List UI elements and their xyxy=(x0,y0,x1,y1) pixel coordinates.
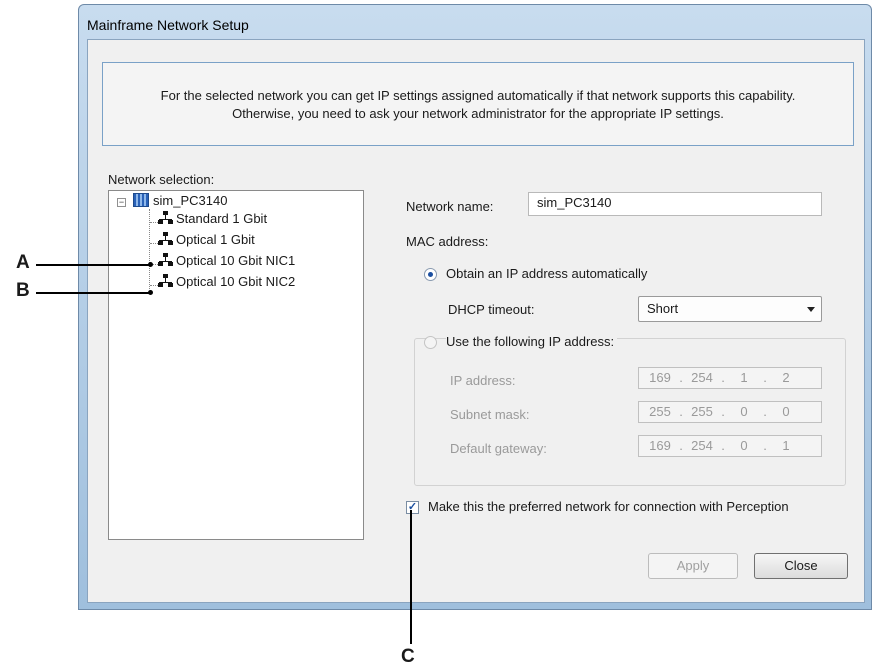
subnet-dot: . xyxy=(763,404,767,419)
subnet-dot: . xyxy=(679,404,683,419)
title-bar[interactable]: Mainframe Network Setup xyxy=(79,5,871,39)
gateway-octet: 169 xyxy=(649,438,671,453)
callout-a-dot xyxy=(148,262,153,267)
tree-root-label: sim_PC3140 xyxy=(153,193,228,208)
network-icon xyxy=(158,211,173,225)
callout-b-line xyxy=(36,292,150,294)
ip-address-label: IP address: xyxy=(450,373,516,388)
default-gateway-field[interactable]: 169. 254. 0. 1 xyxy=(638,435,822,457)
dialog-window: Mainframe Network Setup For the selected… xyxy=(78,4,872,610)
callout-b-dot xyxy=(148,290,153,295)
close-button[interactable]: Close xyxy=(754,553,848,579)
ip-address-field[interactable]: 169. 254. 1. 2 xyxy=(638,367,822,389)
subnet-mask-label: Subnet mask: xyxy=(450,407,530,422)
info-text-line2: Otherwise, you need to ask your network … xyxy=(232,106,724,121)
default-gateway-label: Default gateway: xyxy=(450,441,547,456)
tree-item-label: Optical 10 Gbit NIC2 xyxy=(176,274,296,289)
subnet-dot: . xyxy=(721,404,725,419)
gateway-dot: . xyxy=(763,438,767,453)
network-icon xyxy=(158,274,173,288)
ip-octet: 1 xyxy=(740,370,748,385)
use-following-radio[interactable] xyxy=(424,336,437,349)
ip-octet: 2 xyxy=(782,370,790,385)
obtain-auto-label: Obtain an IP address automatically xyxy=(446,266,648,281)
gateway-dot: . xyxy=(721,438,725,453)
obtain-auto-radio[interactable] xyxy=(424,268,437,281)
network-name-input[interactable]: sim_PC3140 xyxy=(528,192,822,216)
ip-dot: . xyxy=(679,370,683,385)
subnet-octet: 255 xyxy=(691,404,713,419)
info-text-line1: For the selected network you can get IP … xyxy=(160,88,796,103)
network-icon xyxy=(158,253,173,267)
tree-item-label: Optical 10 Gbit NIC1 xyxy=(176,253,296,268)
apply-button[interactable]: Apply xyxy=(648,553,738,579)
dialog-client-area: For the selected network you can get IP … xyxy=(87,39,865,603)
callout-a-label: A xyxy=(16,252,30,273)
gateway-octet: 1 xyxy=(782,438,790,453)
network-tree[interactable]: − sim_PC3140 Standard 1 Gbit Optical 1 G… xyxy=(108,190,364,540)
gateway-octet: 254 xyxy=(691,438,713,453)
network-icon xyxy=(158,232,173,246)
network-selection-label: Network selection: xyxy=(108,172,215,187)
network-name-label: Network name: xyxy=(406,199,494,214)
use-following-label: Use the following IP address: xyxy=(446,334,618,349)
subnet-octet: 0 xyxy=(740,404,748,419)
dhcp-timeout-select[interactable]: Short xyxy=(638,296,822,322)
dhcp-timeout-label: DHCP timeout: xyxy=(448,302,535,317)
subnet-octet: 255 xyxy=(649,404,671,419)
preferred-network-checkbox[interactable]: ✓ xyxy=(406,501,419,514)
subnet-octet: 0 xyxy=(782,404,790,419)
info-box: For the selected network you can get IP … xyxy=(102,62,854,146)
subnet-mask-field[interactable]: 255. 255. 0. 0 xyxy=(638,401,822,423)
mac-address-label: MAC address: xyxy=(406,234,489,249)
ip-octet: 169 xyxy=(649,370,671,385)
collapse-toggle-icon[interactable]: − xyxy=(117,198,126,207)
ip-octet: 254 xyxy=(691,370,713,385)
ip-dot: . xyxy=(721,370,725,385)
dhcp-timeout-value: Short xyxy=(647,301,679,316)
tree-item-label: Optical 1 Gbit xyxy=(176,232,255,247)
callout-a-line xyxy=(36,264,150,266)
window-title: Mainframe Network Setup xyxy=(87,17,249,33)
gateway-octet: 0 xyxy=(740,438,748,453)
callout-c-line xyxy=(410,510,412,644)
gateway-dot: . xyxy=(679,438,683,453)
computer-icon xyxy=(133,193,149,207)
tree-connector xyxy=(149,209,150,289)
chevron-down-icon xyxy=(807,307,815,312)
callout-b-label: B xyxy=(16,280,30,301)
preferred-network-label: Make this the preferred network for conn… xyxy=(428,499,789,514)
tree-item-label: Standard 1 Gbit xyxy=(176,211,268,226)
callout-c-label: C xyxy=(401,646,415,667)
ip-dot: . xyxy=(763,370,767,385)
